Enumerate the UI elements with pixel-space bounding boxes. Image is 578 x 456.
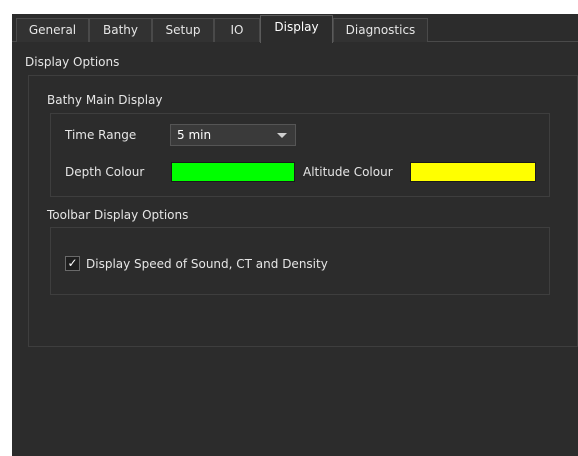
bathy-main-display-group	[50, 113, 550, 197]
tab-io[interactable]: IO	[214, 18, 260, 42]
sound-speed-checkbox-label[interactable]: Display Speed of Sound, CT and Density	[86, 257, 328, 271]
tab-bar: General Bathy Setup IO Display Diagnosti…	[12, 14, 578, 43]
time-range-value: 5 min	[177, 128, 212, 142]
tab-bathy[interactable]: Bathy	[89, 18, 152, 42]
tab-general[interactable]: General	[16, 18, 89, 42]
toolbar-display-options-title: Toolbar Display Options	[47, 208, 189, 222]
tab-display[interactable]: Display	[260, 15, 333, 43]
tab-diagnostics[interactable]: Diagnostics	[333, 18, 428, 42]
checkmark-icon: ✓	[67, 256, 78, 270]
altitude-colour-label: Altitude Colour	[303, 165, 393, 179]
sound-speed-checkbox[interactable]: ✓	[65, 256, 80, 271]
time-range-select[interactable]: 5 min	[170, 124, 296, 146]
bathy-main-display-title: Bathy Main Display	[47, 93, 163, 107]
time-range-label: Time Range	[65, 128, 137, 142]
settings-window: General Bathy Setup IO Display Diagnosti…	[12, 14, 578, 456]
depth-colour-swatch[interactable]	[171, 162, 295, 182]
tab-setup[interactable]: Setup	[152, 18, 214, 42]
chevron-down-icon	[277, 133, 287, 138]
display-options-title: Display Options	[25, 55, 120, 69]
altitude-colour-swatch[interactable]	[410, 162, 536, 182]
depth-colour-label: Depth Colour	[65, 165, 145, 179]
